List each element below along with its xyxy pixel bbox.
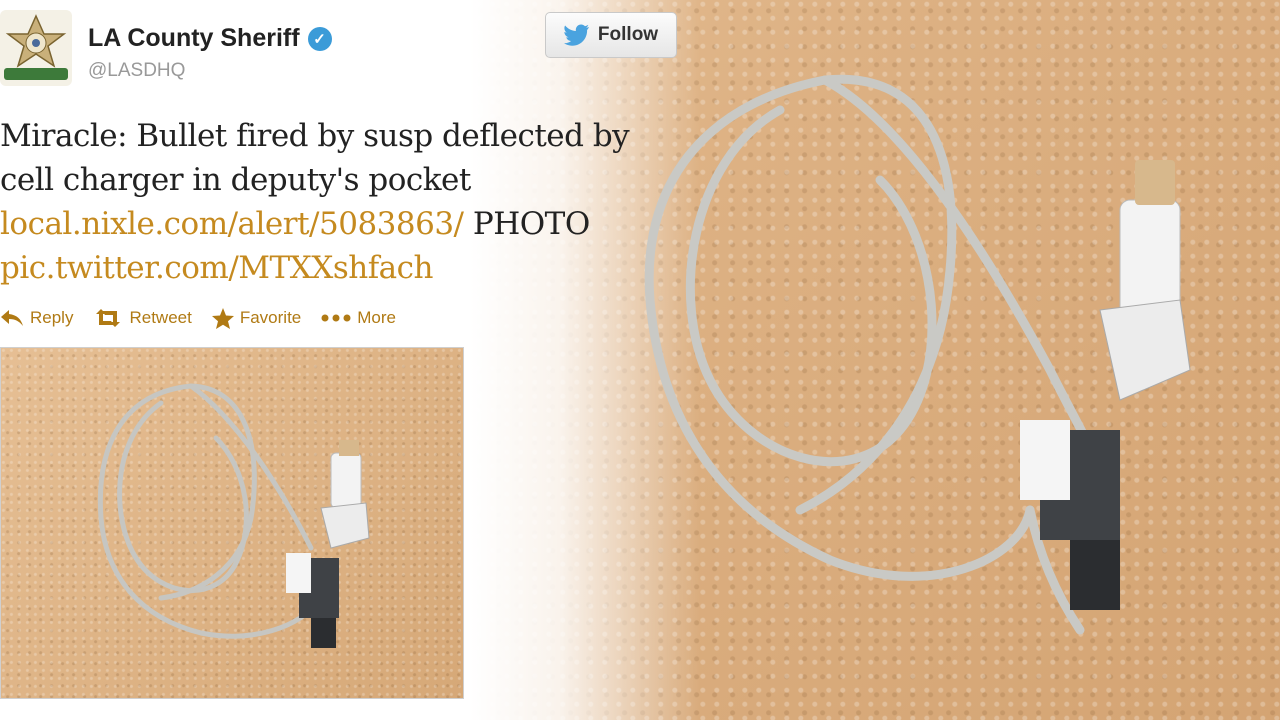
tweet-actions: Reply Retweet Favorite More [0, 304, 396, 332]
sheriff-star-icon [4, 14, 68, 80]
retweet-button[interactable]: Retweet [93, 308, 192, 328]
tweet-card: LA County Sheriff ✓ @LASDHQ Follow Mirac… [0, 0, 700, 720]
reply-icon [1, 310, 23, 326]
tweet-photo-thumbnail[interactable] [0, 347, 464, 699]
tweet-text: Miracle: Bullet fired by susp deflected … [0, 114, 640, 290]
avatar[interactable] [0, 10, 72, 86]
twitter-bird-icon [563, 24, 589, 46]
display-name[interactable]: LA County Sheriff ✓ [88, 24, 332, 53]
follow-button[interactable]: Follow [545, 12, 677, 58]
tweet-text-line-4: pic.twitter.com/MTXXshfach [0, 246, 640, 290]
more-label: More [357, 308, 396, 327]
reply-button[interactable]: Reply [0, 308, 73, 328]
display-name-text[interactable]: LA County Sheriff [88, 24, 300, 53]
tweet-text-line-2: cell charger in deputy's pocket [0, 162, 471, 198]
follow-label: Follow [597, 24, 659, 45]
favorite-button[interactable]: Favorite [211, 307, 302, 329]
photo-label: PHOTO [463, 206, 590, 242]
reply-label: Reply [30, 308, 74, 327]
verified-badge-icon: ✓ [307, 26, 332, 51]
tweet-text-line-3: local.nixle.com/alert/5083863/ PHOTO [0, 202, 640, 246]
ellipsis-icon [321, 314, 351, 322]
pic-twitter-link[interactable]: pic.twitter.com/MTXXshfach [0, 250, 434, 286]
more-button[interactable]: More [321, 308, 396, 328]
favorite-label: Favorite [239, 308, 302, 327]
nixle-link[interactable]: local.nixle.com/alert/5083863/ [0, 206, 464, 242]
charger-cable-photo-small [97, 383, 370, 648]
retweet-icon [96, 309, 121, 327]
star-icon [211, 307, 234, 329]
tweet-text-line-1: Miracle: Bullet fired by susp deflected … [0, 118, 630, 154]
user-handle[interactable]: @LASDHQ [88, 60, 185, 82]
retweet-label: Retweet [129, 308, 192, 327]
